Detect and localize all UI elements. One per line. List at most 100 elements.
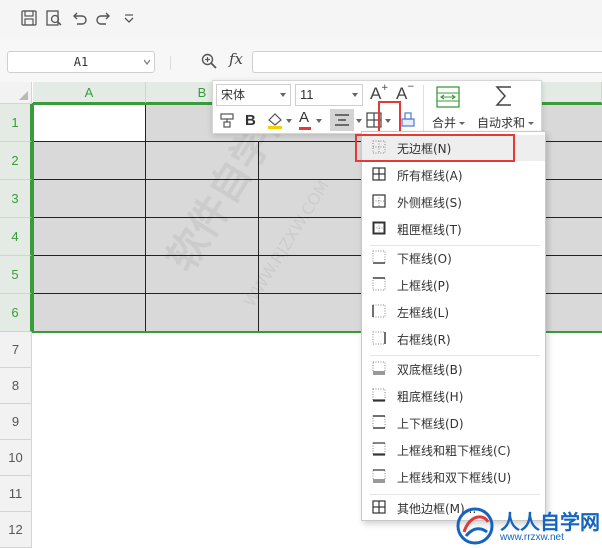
border-dropdown-menu: 无边框(N) 所有框线(A) 外侧框线(S) 粗匣框线(T) 下框线(O) 上框… [361,131,546,521]
top-border-icon [372,277,386,291]
print-preview-icon[interactable] [45,9,63,27]
row-header-5[interactable]: 5 [0,256,32,294]
fill-color-icon[interactable] [266,111,284,129]
menu-item-label: 上框线和双下框线(U) [397,471,512,485]
row-header-11[interactable]: 11 [0,476,32,512]
menu-item-all-borders[interactable]: 所有框线(A) [362,162,545,188]
menu-item-label: 所有框线(A) [397,169,463,183]
font-size-value: 11 [300,87,314,102]
more-borders-icon [372,500,386,514]
bottom-border-icon [372,250,386,264]
align-center-icon [335,114,349,126]
top-bottom-border-icon [372,415,386,429]
menu-item-thick-box-border[interactable]: 粗匣框线(T) [362,216,545,242]
corner-triangle-icon [19,91,28,100]
plus-icon: + [381,83,389,93]
top-double-bottom-border-icon [372,469,386,483]
row-header-8[interactable]: 8 [0,368,32,404]
merge-cells-icon[interactable] [435,85,461,109]
name-box-value: A1 [73,55,89,69]
customize-dropdown-icon[interactable] [120,9,138,27]
minus-icon: − [407,82,415,92]
floating-mini-toolbar: 宋体 11 A + A − B A 合并 自动求和 [212,80,542,134]
font-color-button[interactable]: A [299,109,309,126]
menu-item-label: 双底框线(B) [397,363,463,377]
menu-item-label: 下框线(O) [397,252,452,266]
formula-bar-separator [170,56,171,70]
row-header-2[interactable]: 2 [0,142,32,180]
row-header-3[interactable]: 3 [0,180,32,218]
chevron-down-icon[interactable] [144,59,150,65]
zoom-icon[interactable] [200,52,218,70]
chevron-down-icon [528,122,535,125]
all-borders-icon [372,167,386,181]
row-header-10[interactable]: 10 [0,440,32,476]
format-painter-icon[interactable] [219,111,237,129]
autosum-label: 自动求和 [477,116,526,130]
align-center-button[interactable] [330,109,354,131]
right-border-icon [372,331,386,345]
row-header-1[interactable]: 1 [0,104,32,142]
fill-color-dropdown-icon[interactable] [286,118,292,124]
redo-icon[interactable] [95,9,113,27]
row-header-9[interactable]: 9 [0,404,32,440]
site-logo: 人人自学网 www.rrzxw.net [450,504,602,548]
menu-item-right-border[interactable]: 右框线(R) [362,326,545,352]
row-header-12[interactable]: 12 [0,512,32,548]
menu-item-label: 上下框线(D) [397,417,464,431]
menu-item-double-bottom-border[interactable]: 双底框线(B) [362,356,545,382]
eraser-icon[interactable] [399,111,417,129]
undo-icon[interactable] [70,9,88,27]
left-border-icon [372,304,386,318]
thick-bottom-border-icon [372,388,386,402]
name-box[interactable]: A1 [7,51,155,73]
menu-item-thick-bottom-border[interactable]: 粗底框线(H) [362,383,545,409]
autosum-button[interactable]: 自动求和 [477,114,535,131]
menu-item-label: 左框线(L) [397,306,450,320]
select-all-corner[interactable] [0,82,32,104]
menu-item-left-border[interactable]: 左框线(L) [362,299,545,325]
fx-button[interactable]: fx [229,50,243,68]
thick-box-border-icon [372,221,386,235]
outside-borders-icon [372,194,386,208]
sum-icon[interactable] [493,84,515,108]
font-name-value: 宋体 [221,88,246,102]
chevron-down-icon [280,93,286,97]
menu-item-label: 右框线(R) [397,333,451,347]
font-name-select[interactable]: 宋体 [216,84,291,106]
menu-item-top-double-bottom-border[interactable]: 上框线和双下框线(U) [362,464,545,490]
bold-button[interactable]: B [245,112,256,129]
formula-input[interactable] [252,51,602,73]
toolbar-separator [423,85,424,131]
font-color-dropdown-icon[interactable] [316,118,322,124]
row-header-4[interactable]: 4 [0,218,32,256]
quick-access-toolbar [0,0,602,38]
font-color-swatch [299,127,311,130]
menu-item-label: 粗底框线(H) [397,390,464,404]
logo-emblem-icon [456,507,494,545]
border-dropdown-highlight [378,101,401,133]
menu-item-top-thick-bottom-border[interactable]: 上框线和粗下框线(C) [362,437,545,463]
merge-label: 合并 [432,116,457,130]
column-header-a[interactable]: A [33,82,146,104]
formula-bar: A1 fx [0,38,602,82]
row-header-7[interactable]: 7 [0,332,32,368]
top-thick-bottom-border-icon [372,442,386,456]
menu-item-outside-borders[interactable]: 外侧框线(S) [362,189,545,215]
merge-button[interactable]: 合并 [432,114,466,131]
menu-item-top-border[interactable]: 上框线(P) [362,272,545,298]
double-bottom-border-icon [372,361,386,375]
menu-item-bottom-border[interactable]: 下框线(O) [362,245,545,271]
menu-item-label: 粗匣框线(T) [397,223,462,237]
logo-name: 人人自学网 [500,510,600,534]
chevron-down-icon [459,122,466,125]
no-border-highlight [355,134,515,162]
align-dropdown-icon[interactable] [356,118,362,124]
save-icon[interactable] [20,9,38,27]
row-header-6[interactable]: 6 [0,294,32,332]
chevron-down-icon [352,93,358,97]
menu-item-label: 上框线和粗下框线(C) [397,444,511,458]
menu-item-top-bottom-border[interactable]: 上下框线(D) [362,410,545,436]
font-size-select[interactable]: 11 [295,84,363,106]
menu-item-label: 外侧框线(S) [397,196,462,210]
